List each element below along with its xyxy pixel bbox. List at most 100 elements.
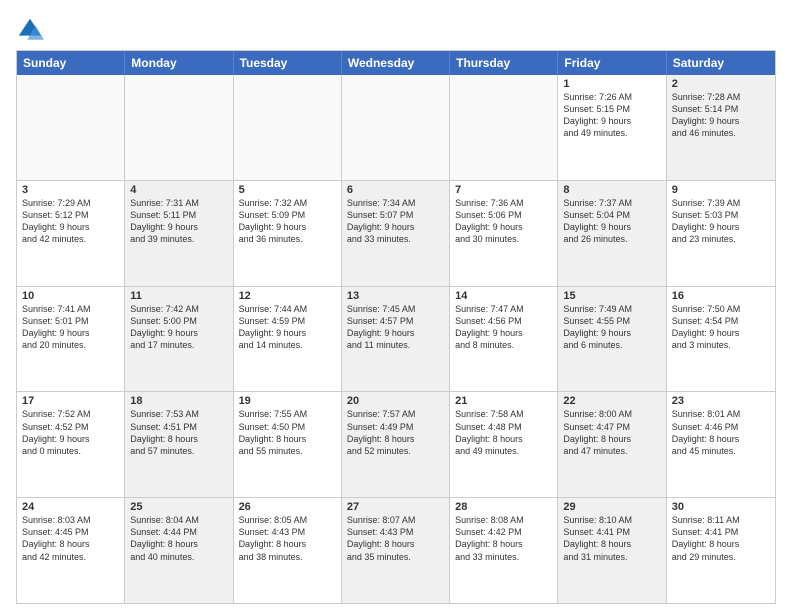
calendar-cell: 2Sunrise: 7:28 AM Sunset: 5:14 PM Daylig…: [667, 75, 775, 180]
cell-details: Sunrise: 7:31 AM Sunset: 5:11 PM Dayligh…: [130, 197, 227, 246]
calendar-cell: 13Sunrise: 7:45 AM Sunset: 4:57 PM Dayli…: [342, 287, 450, 392]
cell-details: Sunrise: 7:26 AM Sunset: 5:15 PM Dayligh…: [563, 91, 660, 140]
calendar-cell: 19Sunrise: 7:55 AM Sunset: 4:50 PM Dayli…: [234, 392, 342, 497]
cell-details: Sunrise: 7:52 AM Sunset: 4:52 PM Dayligh…: [22, 408, 119, 457]
day-number: 27: [347, 501, 444, 513]
calendar-header-cell: Monday: [125, 51, 233, 75]
calendar-cell: 1Sunrise: 7:26 AM Sunset: 5:15 PM Daylig…: [558, 75, 666, 180]
cell-details: Sunrise: 7:41 AM Sunset: 5:01 PM Dayligh…: [22, 303, 119, 352]
calendar-cell: [125, 75, 233, 180]
cell-details: Sunrise: 7:57 AM Sunset: 4:49 PM Dayligh…: [347, 408, 444, 457]
calendar-cell: 11Sunrise: 7:42 AM Sunset: 5:00 PM Dayli…: [125, 287, 233, 392]
day-number: 12: [239, 290, 336, 302]
calendar-cell: 12Sunrise: 7:44 AM Sunset: 4:59 PM Dayli…: [234, 287, 342, 392]
calendar-cell: 18Sunrise: 7:53 AM Sunset: 4:51 PM Dayli…: [125, 392, 233, 497]
header: [16, 12, 776, 44]
calendar-header-cell: Wednesday: [342, 51, 450, 75]
cell-details: Sunrise: 7:50 AM Sunset: 4:54 PM Dayligh…: [672, 303, 770, 352]
calendar-cell: [450, 75, 558, 180]
calendar-cell: 6Sunrise: 7:34 AM Sunset: 5:07 PM Daylig…: [342, 181, 450, 286]
cell-details: Sunrise: 7:53 AM Sunset: 4:51 PM Dayligh…: [130, 408, 227, 457]
day-number: 14: [455, 290, 552, 302]
calendar-cell: 9Sunrise: 7:39 AM Sunset: 5:03 PM Daylig…: [667, 181, 775, 286]
cell-details: Sunrise: 7:58 AM Sunset: 4:48 PM Dayligh…: [455, 408, 552, 457]
day-number: 19: [239, 395, 336, 407]
calendar-cell: [342, 75, 450, 180]
calendar-cell: 16Sunrise: 7:50 AM Sunset: 4:54 PM Dayli…: [667, 287, 775, 392]
cell-details: Sunrise: 8:03 AM Sunset: 4:45 PM Dayligh…: [22, 514, 119, 563]
logo: [16, 16, 46, 44]
cell-details: Sunrise: 7:34 AM Sunset: 5:07 PM Dayligh…: [347, 197, 444, 246]
day-number: 7: [455, 184, 552, 196]
logo-icon: [16, 16, 44, 44]
day-number: 3: [22, 184, 119, 196]
calendar-cell: 5Sunrise: 7:32 AM Sunset: 5:09 PM Daylig…: [234, 181, 342, 286]
day-number: 29: [563, 501, 660, 513]
cell-details: Sunrise: 8:10 AM Sunset: 4:41 PM Dayligh…: [563, 514, 660, 563]
cell-details: Sunrise: 7:32 AM Sunset: 5:09 PM Dayligh…: [239, 197, 336, 246]
cell-details: Sunrise: 8:07 AM Sunset: 4:43 PM Dayligh…: [347, 514, 444, 563]
day-number: 26: [239, 501, 336, 513]
calendar-cell: 28Sunrise: 8:08 AM Sunset: 4:42 PM Dayli…: [450, 498, 558, 603]
day-number: 11: [130, 290, 227, 302]
cell-details: Sunrise: 7:55 AM Sunset: 4:50 PM Dayligh…: [239, 408, 336, 457]
day-number: 25: [130, 501, 227, 513]
calendar-row: 3Sunrise: 7:29 AM Sunset: 5:12 PM Daylig…: [17, 180, 775, 286]
calendar-header-cell: Friday: [558, 51, 666, 75]
day-number: 6: [347, 184, 444, 196]
calendar-cell: [17, 75, 125, 180]
day-number: 18: [130, 395, 227, 407]
calendar-row: 10Sunrise: 7:41 AM Sunset: 5:01 PM Dayli…: [17, 286, 775, 392]
cell-details: Sunrise: 8:01 AM Sunset: 4:46 PM Dayligh…: [672, 408, 770, 457]
calendar-cell: 14Sunrise: 7:47 AM Sunset: 4:56 PM Dayli…: [450, 287, 558, 392]
day-number: 10: [22, 290, 119, 302]
calendar-cell: [234, 75, 342, 180]
day-number: 4: [130, 184, 227, 196]
calendar-row: 17Sunrise: 7:52 AM Sunset: 4:52 PM Dayli…: [17, 391, 775, 497]
calendar-cell: 4Sunrise: 7:31 AM Sunset: 5:11 PM Daylig…: [125, 181, 233, 286]
day-number: 5: [239, 184, 336, 196]
day-number: 22: [563, 395, 660, 407]
day-number: 9: [672, 184, 770, 196]
cell-details: Sunrise: 7:29 AM Sunset: 5:12 PM Dayligh…: [22, 197, 119, 246]
day-number: 15: [563, 290, 660, 302]
calendar-cell: 7Sunrise: 7:36 AM Sunset: 5:06 PM Daylig…: [450, 181, 558, 286]
day-number: 28: [455, 501, 552, 513]
cell-details: Sunrise: 7:37 AM Sunset: 5:04 PM Dayligh…: [563, 197, 660, 246]
calendar-cell: 8Sunrise: 7:37 AM Sunset: 5:04 PM Daylig…: [558, 181, 666, 286]
day-number: 21: [455, 395, 552, 407]
cell-details: Sunrise: 8:05 AM Sunset: 4:43 PM Dayligh…: [239, 514, 336, 563]
day-number: 1: [563, 78, 660, 90]
calendar-header-cell: Sunday: [17, 51, 125, 75]
day-number: 2: [672, 78, 770, 90]
calendar-cell: 30Sunrise: 8:11 AM Sunset: 4:41 PM Dayli…: [667, 498, 775, 603]
calendar-cell: 22Sunrise: 8:00 AM Sunset: 4:47 PM Dayli…: [558, 392, 666, 497]
cell-details: Sunrise: 8:11 AM Sunset: 4:41 PM Dayligh…: [672, 514, 770, 563]
cell-details: Sunrise: 7:49 AM Sunset: 4:55 PM Dayligh…: [563, 303, 660, 352]
day-number: 8: [563, 184, 660, 196]
calendar-header-cell: Thursday: [450, 51, 558, 75]
calendar-cell: 24Sunrise: 8:03 AM Sunset: 4:45 PM Dayli…: [17, 498, 125, 603]
cell-details: Sunrise: 7:47 AM Sunset: 4:56 PM Dayligh…: [455, 303, 552, 352]
calendar-header-row: SundayMondayTuesdayWednesdayThursdayFrid…: [17, 51, 775, 75]
day-number: 20: [347, 395, 444, 407]
day-number: 23: [672, 395, 770, 407]
cell-details: Sunrise: 7:42 AM Sunset: 5:00 PM Dayligh…: [130, 303, 227, 352]
calendar-header-cell: Tuesday: [234, 51, 342, 75]
cell-details: Sunrise: 7:28 AM Sunset: 5:14 PM Dayligh…: [672, 91, 770, 140]
calendar-cell: 15Sunrise: 7:49 AM Sunset: 4:55 PM Dayli…: [558, 287, 666, 392]
cell-details: Sunrise: 7:45 AM Sunset: 4:57 PM Dayligh…: [347, 303, 444, 352]
cell-details: Sunrise: 8:08 AM Sunset: 4:42 PM Dayligh…: [455, 514, 552, 563]
calendar-cell: 3Sunrise: 7:29 AM Sunset: 5:12 PM Daylig…: [17, 181, 125, 286]
day-number: 16: [672, 290, 770, 302]
calendar-cell: 17Sunrise: 7:52 AM Sunset: 4:52 PM Dayli…: [17, 392, 125, 497]
day-number: 13: [347, 290, 444, 302]
calendar-cell: 23Sunrise: 8:01 AM Sunset: 4:46 PM Dayli…: [667, 392, 775, 497]
cell-details: Sunrise: 7:36 AM Sunset: 5:06 PM Dayligh…: [455, 197, 552, 246]
calendar-cell: 25Sunrise: 8:04 AM Sunset: 4:44 PM Dayli…: [125, 498, 233, 603]
day-number: 17: [22, 395, 119, 407]
calendar-header-cell: Saturday: [667, 51, 775, 75]
calendar-cell: 21Sunrise: 7:58 AM Sunset: 4:48 PM Dayli…: [450, 392, 558, 497]
cell-details: Sunrise: 8:04 AM Sunset: 4:44 PM Dayligh…: [130, 514, 227, 563]
calendar-row: 1Sunrise: 7:26 AM Sunset: 5:15 PM Daylig…: [17, 75, 775, 180]
